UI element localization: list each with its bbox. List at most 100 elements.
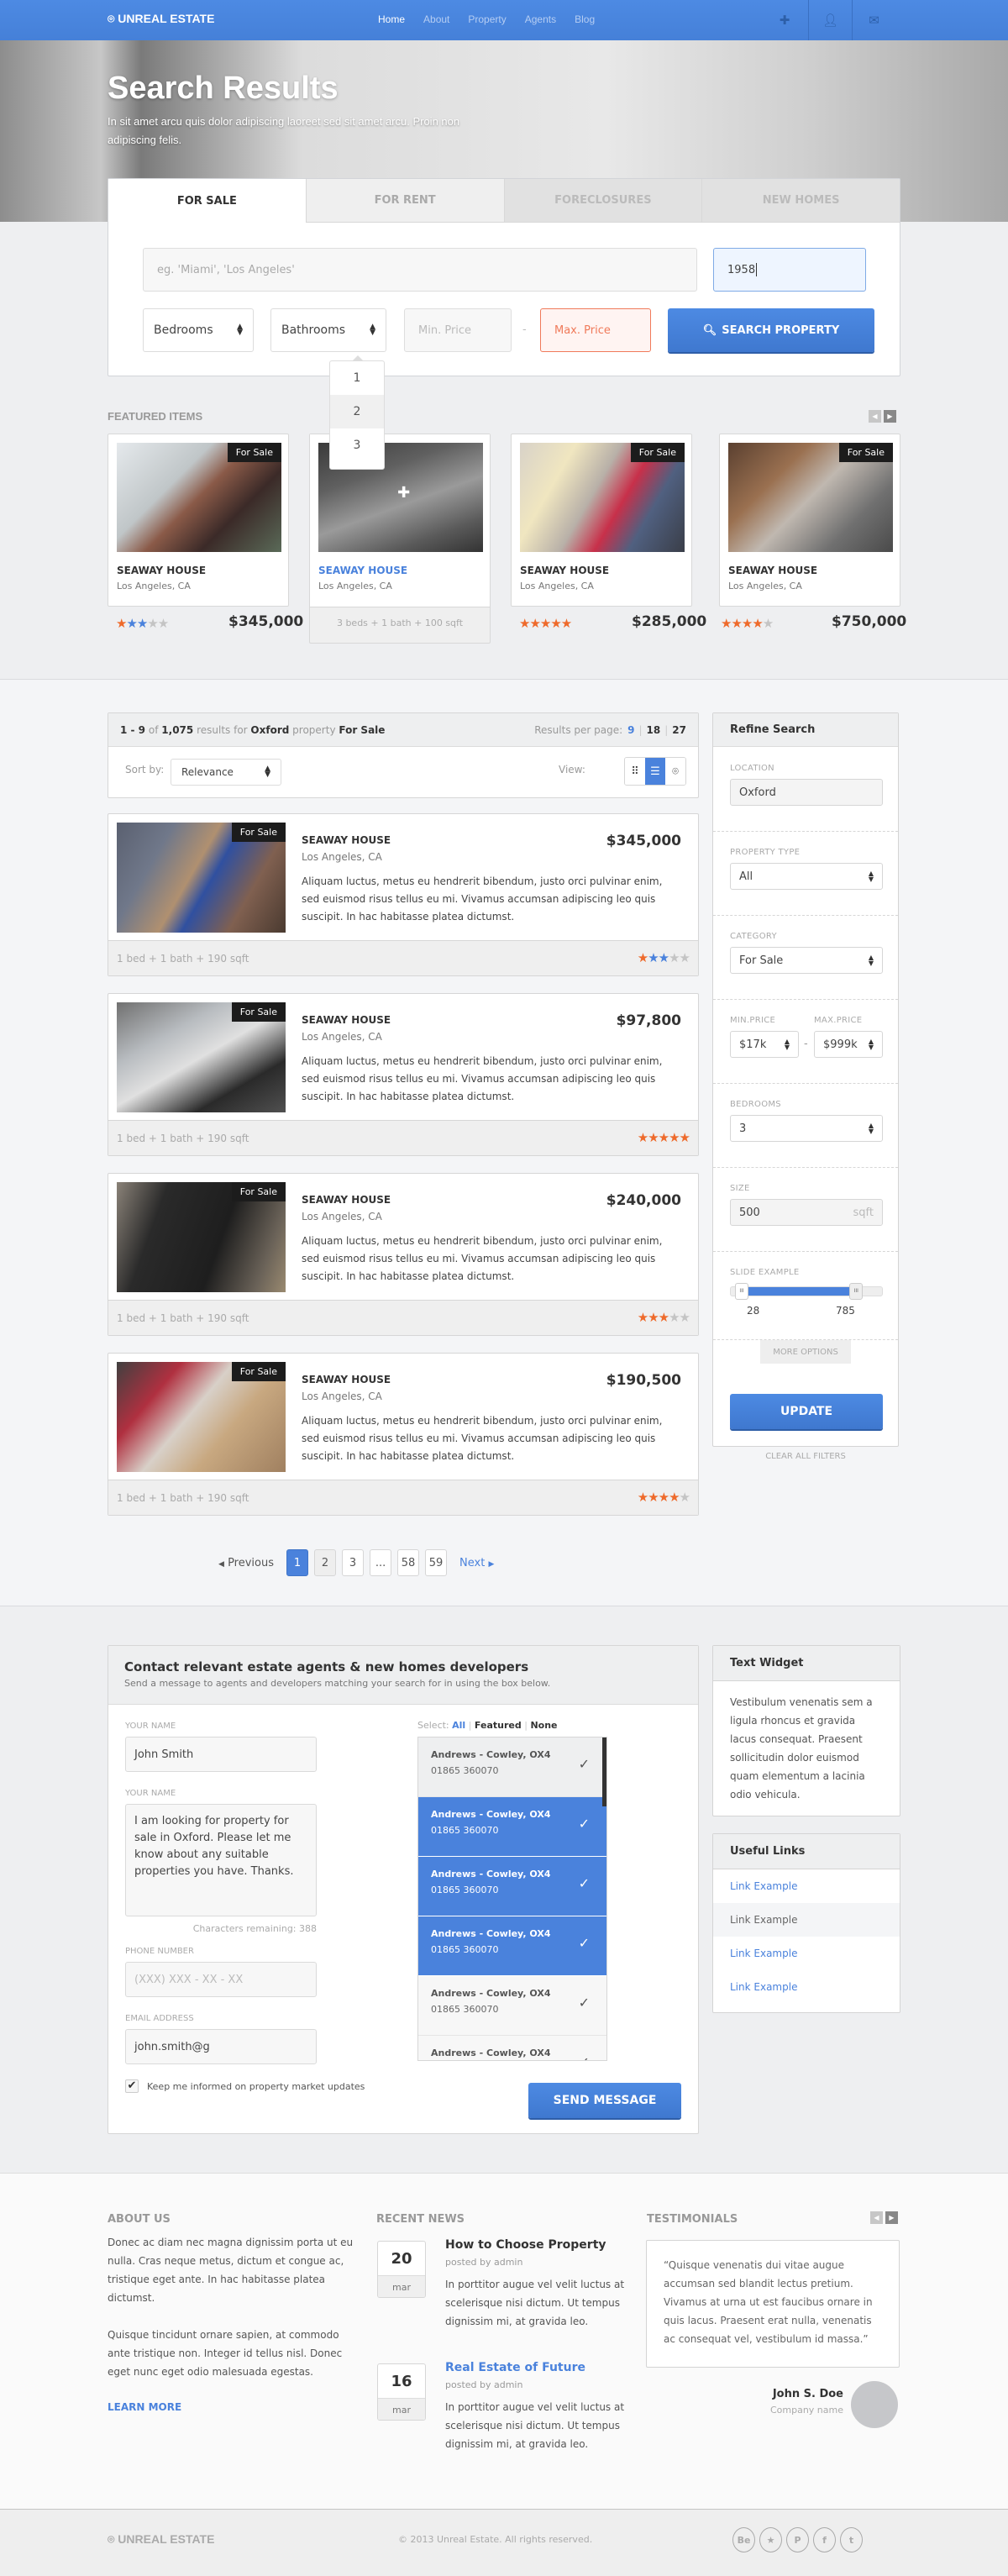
bedrooms-select[interactable]: 3 ▲ ▼ bbox=[730, 1115, 883, 1142]
agent-item[interactable]: Andrews - Cowley, OX401865 360070✓ bbox=[418, 1737, 606, 1797]
tab-foreclosures[interactable]: FORECLOSURES bbox=[503, 179, 702, 223]
news-title-link[interactable]: Real Estate of Future bbox=[445, 2361, 585, 2374]
newsletter-checkbox[interactable]: ✔ bbox=[125, 2079, 139, 2093]
next-arrow-icon[interactable]: ▶ bbox=[884, 410, 896, 423]
bedrooms-select[interactable]: Bedrooms ▲ ▼ bbox=[143, 308, 254, 352]
per-page-9[interactable]: 9 bbox=[627, 724, 634, 736]
message-textarea[interactable]: I am looking for property for sale in Ox… bbox=[125, 1804, 317, 1916]
prev-arrow-icon[interactable]: ◀ bbox=[870, 2211, 883, 2224]
tab-new-homes[interactable]: NEW HOMES bbox=[701, 179, 900, 223]
user-icon[interactable]: 👤︎ bbox=[808, 0, 852, 40]
nav-home[interactable]: Home bbox=[378, 13, 405, 25]
brand-logo[interactable]: ⌾ UNREAL ESTATE bbox=[108, 12, 214, 26]
search-property-button[interactable]: 🔍︎ SEARCH PROPERTY bbox=[668, 308, 874, 352]
news-title-link[interactable]: How to Choose Property bbox=[445, 2238, 606, 2252]
property-type-select[interactable]: All ▲ ▼ bbox=[730, 863, 883, 890]
mail-icon[interactable]: ✉ bbox=[852, 0, 895, 40]
nav-property[interactable]: Property bbox=[468, 13, 506, 25]
useful-link[interactable]: Link Example bbox=[713, 1970, 900, 2004]
slider-handle-max[interactable]: III bbox=[849, 1283, 864, 1300]
phone-input[interactable]: (XXX) XXX - XX - XX bbox=[125, 1962, 317, 1997]
update-button[interactable]: UPDATE bbox=[730, 1394, 883, 1429]
result-card[interactable]: For Sale SEAWAY HOUSE Los Angeles, CA $1… bbox=[108, 1353, 699, 1516]
property-title[interactable]: SEAWAY HOUSE bbox=[302, 1194, 391, 1206]
min-price-input[interactable]: Min. Price bbox=[404, 308, 512, 352]
result-card[interactable]: For Sale SEAWAY HOUSE Los Angeles, CA $3… bbox=[108, 813, 699, 976]
min-price-select[interactable]: $17k ▲ ▼ bbox=[730, 1031, 799, 1058]
property-title[interactable]: SEAWAY HOUSE bbox=[302, 1374, 391, 1385]
clear-filters-link[interactable]: CLEAR ALL FILTERS bbox=[712, 1452, 899, 1461]
email-input[interactable]: john.smith@g bbox=[125, 2029, 317, 2064]
useful-link[interactable]: Link Example bbox=[713, 1903, 900, 1937]
per-page-27[interactable]: 27 bbox=[672, 724, 686, 736]
featured-card[interactable]: For Sale SEAWAY HOUSE Los Angeles, CA bbox=[511, 434, 692, 607]
featured-card[interactable]: For Sale SEAWAY HOUSE Los Angeles, CA bbox=[719, 434, 900, 607]
dropdown-option[interactable]: 3 bbox=[330, 428, 384, 462]
range-slider[interactable]: III III bbox=[730, 1283, 883, 1300]
prev-arrow-icon[interactable]: ◀ bbox=[869, 410, 881, 423]
max-price-input[interactable]: Max. Price bbox=[540, 308, 651, 352]
select-none-link[interactable]: None bbox=[530, 1720, 557, 1731]
slider-handle-min[interactable]: III bbox=[735, 1283, 749, 1300]
featured-card[interactable]: For Sale SEAWAY HOUSE Los Angeles, CA bbox=[108, 434, 289, 607]
property-title[interactable]: SEAWAY HOUSE bbox=[520, 565, 609, 576]
select-featured-link[interactable]: Featured bbox=[475, 1720, 522, 1731]
send-message-button[interactable]: SEND MESSAGE bbox=[528, 2083, 681, 2118]
facebook-icon[interactable]: f bbox=[813, 2527, 836, 2552]
result-card[interactable]: For Sale SEAWAY HOUSE Los Angeles, CA $9… bbox=[108, 993, 699, 1156]
agent-item[interactable]: Andrews - Cowley, OX401865 360070✓ bbox=[418, 1857, 606, 1916]
name-input[interactable]: John Smith bbox=[125, 1737, 317, 1772]
agent-item[interactable]: Andrews - Cowley, OX401865 360070✓ bbox=[418, 1976, 606, 2036]
useful-link[interactable]: Link Example bbox=[713, 1937, 900, 1970]
property-title[interactable]: SEAWAY HOUSE bbox=[302, 1014, 391, 1026]
page-button[interactable]: 58 bbox=[397, 1549, 420, 1576]
page-button[interactable]: 1 bbox=[286, 1549, 309, 1576]
footer-brand[interactable]: ⌾ UNREAL ESTATE bbox=[108, 2532, 214, 2547]
agent-item[interactable]: Andrews - Cowley, OX401865 360070✓ bbox=[418, 1797, 606, 1857]
property-title[interactable]: SEAWAY HOUSE bbox=[302, 834, 391, 846]
agent-item[interactable]: Andrews - Cowley, OX401865 360070✓ bbox=[418, 2036, 606, 2060]
property-title[interactable]: SEAWAY HOUSE bbox=[318, 565, 407, 576]
location-input[interactable]: eg. 'Miami', 'Los Angeles' bbox=[143, 248, 697, 292]
max-price-select[interactable]: $999k ▲ ▼ bbox=[814, 1031, 883, 1058]
nav-agents[interactable]: Agents bbox=[525, 13, 556, 25]
useful-link[interactable]: Link Example bbox=[713, 1869, 900, 1903]
sort-select[interactable]: Relevance ▲ ▼ bbox=[171, 759, 281, 786]
nav-blog[interactable]: Blog bbox=[575, 13, 595, 25]
result-card[interactable]: For Sale SEAWAY HOUSE Los Angeles, CA $2… bbox=[108, 1173, 699, 1336]
learn-more-link[interactable]: LEARN MORE bbox=[108, 2401, 181, 2413]
agents-list[interactable]: Andrews - Cowley, OX4 01865 360070 ✓ Andre… bbox=[417, 1737, 607, 2061]
plus-icon[interactable]: ✚ bbox=[763, 0, 806, 40]
grid-view-icon[interactable]: ⠿ bbox=[625, 758, 645, 785]
previous-page-button[interactable]: ◀ Previous bbox=[218, 1557, 274, 1569]
agent-item[interactable]: Andrews - Cowley, OX401865 360070✓ bbox=[418, 1916, 606, 1976]
next-arrow-icon[interactable]: ▶ bbox=[885, 2211, 898, 2224]
page-button[interactable]: 3 bbox=[342, 1549, 365, 1576]
agents-scrollbar[interactable] bbox=[602, 1737, 606, 1806]
behance-icon[interactable]: Be bbox=[732, 2527, 755, 2552]
refine-location-input[interactable]: Oxford bbox=[730, 779, 883, 806]
property-title[interactable]: SEAWAY HOUSE bbox=[117, 565, 206, 576]
page-button[interactable]: 59 bbox=[425, 1549, 448, 1576]
bathrooms-select[interactable]: Bathrooms ▲ ▼ bbox=[270, 308, 386, 352]
nav-about[interactable]: About bbox=[423, 13, 449, 25]
next-page-button[interactable]: Next ▶ bbox=[459, 1557, 494, 1569]
dropdown-option[interactable]: 1 bbox=[330, 361, 384, 395]
star-icon[interactable]: ★ bbox=[759, 2527, 782, 2552]
per-page-18[interactable]: 18 bbox=[647, 724, 661, 736]
tab-for-sale[interactable]: FOR SALE bbox=[108, 179, 306, 223]
year-input[interactable]: 1958 bbox=[713, 248, 866, 292]
category-select[interactable]: For Sale ▲ ▼ bbox=[730, 947, 883, 974]
more-options-button[interactable]: MORE OPTIONS bbox=[760, 1340, 851, 1364]
dropdown-option[interactable]: 2 bbox=[330, 395, 384, 428]
size-input[interactable]: 500 sqft bbox=[730, 1199, 883, 1226]
twitter-icon[interactable]: t bbox=[840, 2527, 863, 2552]
property-title[interactable]: SEAWAY HOUSE bbox=[728, 565, 817, 576]
pinterest-icon[interactable]: P bbox=[786, 2527, 809, 2552]
zoom-plus-icon[interactable]: ✚ bbox=[397, 484, 410, 502]
tab-for-rent[interactable]: FOR RENT bbox=[305, 179, 504, 223]
page-button[interactable]: 2 bbox=[314, 1549, 337, 1576]
list-view-icon[interactable]: ☰ bbox=[645, 758, 665, 785]
map-view-icon[interactable]: ⌾ bbox=[665, 758, 685, 785]
select-all-link[interactable]: All bbox=[452, 1720, 465, 1731]
